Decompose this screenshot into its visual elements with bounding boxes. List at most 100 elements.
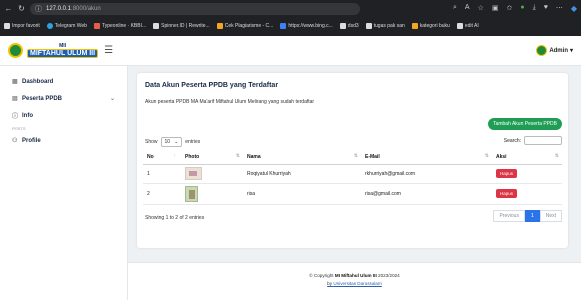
previous-page-button[interactable]: Previous [493,210,525,222]
bookmark-kategori-buku[interactable]: kategori buku [411,23,450,29]
university-link[interactable]: Universitas Darussalam [333,281,382,286]
list-icon: ▤ [12,96,18,102]
entries-length: Show 10 ⌄ entries [145,137,200,147]
bing-icon [280,23,287,29]
kbbi-icon [93,23,100,29]
student-photo[interactable] [185,185,198,202]
column-header-photo[interactable]: ↑ Photo ⇅ [173,150,243,165]
back-icon[interactable]: ← [4,4,13,13]
brand-top: MII [59,42,67,49]
heart-icon[interactable]: ♥ [544,4,548,13]
address-bar[interactable]: ⓘ 127.0.0.1:8000/akun [30,2,360,15]
sort-icon: ⇅ [554,153,559,159]
table-header-row: No ↑ Photo ⇅ Nama ⇅ E-Mail ⇅ Aksi ⇅ [143,150,562,165]
avatar [536,45,548,56]
bookmark-impor-favorit[interactable]: Impor favorit [4,23,40,29]
profile-sync-icon[interactable]: ● [520,4,524,13]
sidebar-item-peserta-ppdb[interactable]: ▤ Peserta PPDB ⌄ [0,90,127,107]
sidebar-section-heading: POSTS [12,126,26,131]
bookmarks-bar: Impor favorit Telegram Web Typeonline · … [0,18,581,34]
star-icon[interactable]: ☆ [478,4,484,13]
brand[interactable]: MII MIFTAHUL ULUM III [27,42,99,58]
bookmark-bing[interactable]: https://www.bing.c... [280,23,333,29]
page-1-button[interactable]: 1 [524,210,540,222]
user-icon: ⚇ [12,138,18,144]
table-row: 1 Roqiyatul Khurriyah rkhurriyah@gmail.c… [143,164,562,184]
bookmark-spinner[interactable]: Spinner.ID | Rewrite... [153,23,210,29]
grid-icon: ▦ [12,79,18,85]
cell-aksi: Hapus [492,164,562,184]
page-icon [153,23,160,29]
sidebar-item-info[interactable]: ⓘ Info [0,107,127,124]
browser-toolbar: ← ↻ ⓘ 127.0.0.1:8000/akun ⌕ A ☆ ▣ ✩ ● ⤓ … [0,0,581,17]
search-icon[interactable]: ⌕ [453,4,457,13]
delete-button[interactable]: Hapus [496,169,518,178]
credit: by Universitas Darussalam [327,281,382,286]
bookmark-typeonline[interactable]: Typeonline · KBBI... [93,23,146,29]
page-subtitle: Akun peserta PPDB MA Ma'arif Miftahul Ul… [145,99,315,105]
cell-nama: risa [243,183,361,205]
bookmark-cek-plagiarisme[interactable]: Cek Plagiarisme - C... [216,23,273,29]
plagiarism-icon [216,23,223,29]
menu-icon[interactable]: ⋯ [556,4,563,13]
brand-name: MIFTAHUL ULUM III [27,48,99,58]
bookmark-edit-ai[interactable]: edit AI [456,23,479,29]
page-icon [339,23,346,29]
sort-icon: ⇅ [235,153,240,159]
school-logo[interactable] [8,43,23,58]
footer: © Copyright MI Miftahul Ulum III 2023/20… [128,262,581,300]
reload-icon[interactable]: ↻ [17,4,26,13]
cell-nama: Roqiyatul Khurriyah [243,164,361,184]
student-photo[interactable] [185,167,202,180]
sidebar-item-label: Peserta PPDB [22,95,63,102]
bookmark-tugas[interactable]: tugas pak san [365,23,405,29]
search-label: Search: [503,137,521,144]
search-input[interactable] [524,136,562,145]
table-row: 2 risa risa@gmail.com Hapus [143,183,562,205]
url-text: 127.0.0.1:8000/akun [46,6,101,12]
accounts-card: Data Akun Peserta PPDB yang Terdaftar Ak… [137,73,568,248]
cell-photo [181,183,243,205]
chevron-down-icon: ⌄ [109,96,115,102]
next-page-button[interactable]: Next [539,210,562,222]
entries-select[interactable]: 10 ⌄ [160,137,183,147]
column-header-nama[interactable]: Nama ⇅ [243,150,361,165]
column-header-aksi[interactable]: Aksi ⇅ [492,150,562,165]
sort-icon: ↑ [173,153,176,159]
bookmark-dsd3[interactable]: dsd3 [339,23,359,29]
cell-no: 2 [143,183,181,205]
entries-label: entries [185,139,201,145]
column-header-email[interactable]: E-Mail ⇅ [361,150,492,165]
sidebar-item-dashboard[interactable]: ▦ Dashboard [0,73,127,90]
copilot-icon[interactable]: ◆ [571,4,577,13]
sidebar-item-profile[interactable]: ⚇ Profile [0,132,127,149]
copyright: © Copyright MI Miftahul Ulum III 2023/20… [309,273,400,278]
app-header: MII MIFTAHUL ULUM III ☰ Admin ▾ [0,36,581,66]
hamburger-menu-icon[interactable]: ☰ [104,45,113,56]
accounts-table: No ↑ Photo ⇅ Nama ⇅ E-Mail ⇅ Aksi ⇅ 1 Roqiyat… [143,150,562,205]
cell-email: risa@gmail.com [361,183,492,205]
user-name: Admin [549,47,568,54]
download-icon[interactable]: ⤓ [533,4,536,13]
extension-icon[interactable]: ▣ [492,4,499,13]
delete-button[interactable]: Hapus [496,189,518,198]
translate-icon[interactable]: A [465,4,470,13]
folder-icon [4,23,10,29]
telegram-icon [46,23,53,29]
table-info: Showing 1 to 2 of 2 entries [145,215,205,221]
sidebar-item-label: Profile [22,137,41,144]
page-icon [456,23,463,29]
favorites-icon[interactable]: ✩ [506,4,512,13]
user-menu[interactable]: Admin ▾ [536,45,573,56]
pagination: Previous 1 Next [493,210,562,222]
doc-icon [365,23,372,29]
chevron-down-icon: ⌄ [174,139,179,145]
cell-photo [181,164,243,184]
sort-icon: ⇅ [353,153,358,159]
url-host: 127.0.0.1 [46,5,72,12]
sidebar-item-label: Info [22,112,33,119]
bookmark-telegram[interactable]: Telegram Web [46,23,87,29]
caret-down-icon: ▾ [569,48,573,54]
info-circle-icon: ⓘ [12,114,19,120]
add-account-button[interactable]: Tambah Akun Peserta PPDB [488,118,562,130]
